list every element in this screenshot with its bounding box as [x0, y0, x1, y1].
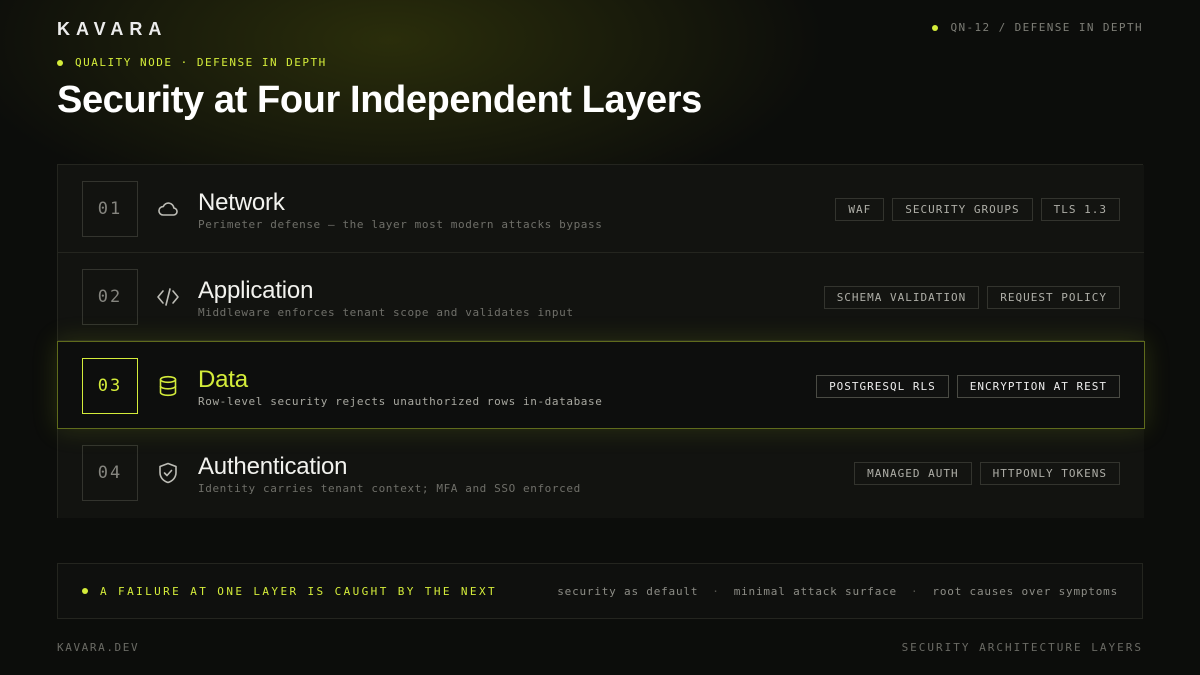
tag: MANAGED AUTH — [854, 462, 972, 485]
tag: POSTGRESQL RLS — [816, 375, 949, 398]
accent-dot-icon — [57, 59, 63, 66]
accent-dot-icon — [932, 24, 939, 31]
layer-description: Row-level security rejects unauthorized … — [198, 395, 603, 408]
summary-statement: A FAILURE AT ONE LAYER IS CAUGHT BY THE … — [82, 585, 497, 598]
layer-number: 02 — [82, 269, 138, 325]
layer-row-application: 02 Application Middleware enforces tenan… — [58, 253, 1144, 341]
cloud-icon — [156, 197, 180, 221]
layer-number: 01 — [82, 181, 138, 237]
layer-name: Data — [198, 366, 248, 393]
database-icon — [156, 374, 180, 398]
layer-name: Network — [198, 189, 285, 216]
footer-url: KAVARA.DEV — [57, 641, 140, 654]
layer-row-network: 01 Network Perimeter defense — the layer… — [58, 165, 1144, 253]
layer-name: Authentication — [198, 453, 348, 480]
accent-dot-icon — [82, 588, 88, 594]
tag: ENCRYPTION AT REST — [956, 375, 1120, 398]
layer-name: Application — [198, 277, 314, 304]
principle: root causes over symptoms — [932, 584, 1118, 598]
layer-row-authentication: 04 Authentication Identity carries tenan… — [58, 429, 1144, 518]
tag: TLS 1.3 — [1040, 198, 1120, 221]
tag: HTTPONLY TOKENS — [979, 462, 1120, 485]
tag: SCHEMA VALIDATION — [823, 286, 980, 309]
layer-tags: WAF SECURITY GROUPS TLS 1.3 — [835, 198, 1120, 221]
footer-caption: SECURITY ARCHITECTURE LAYERS — [901, 641, 1143, 654]
shield-check-icon — [156, 461, 180, 485]
tag: WAF — [835, 198, 885, 221]
brand-logo: KAVARA — [57, 19, 168, 39]
layers-list: 01 Network Perimeter defense — the layer… — [57, 164, 1145, 518]
tag: SECURITY GROUPS — [892, 198, 1033, 221]
tag: REQUEST POLICY — [987, 286, 1120, 309]
separator: · — [712, 584, 720, 598]
layer-description: Identity carries tenant context; MFA and… — [198, 482, 581, 495]
layer-tags: SCHEMA VALIDATION REQUEST POLICY — [823, 286, 1120, 309]
layer-tags: MANAGED AUTH HTTPONLY TOKENS — [854, 462, 1120, 485]
separator: · — [910, 584, 919, 598]
layer-number: 03 — [82, 358, 138, 414]
eyebrow: QUALITY NODE · DEFENSE IN DEPTH — [57, 56, 327, 69]
summary-bar: A FAILURE AT ONE LAYER IS CAUGHT BY THE … — [57, 563, 1143, 619]
layer-row-data: 03 Data Row-level security rejects unaut… — [57, 341, 1145, 429]
eyebrow-text: QUALITY NODE · DEFENSE IN DEPTH — [75, 56, 327, 69]
principles-list: security as default · minimal attack sur… — [557, 585, 1118, 598]
layer-description: Perimeter defense — the layer most moder… — [198, 218, 603, 231]
layer-tags: POSTGRESQL RLS ENCRYPTION AT REST — [816, 375, 1120, 398]
code-icon — [156, 285, 180, 309]
slide-reference: QN-12 / DEFENSE IN DEPTH — [932, 21, 1143, 34]
layer-number: 04 — [82, 445, 138, 501]
layer-description: Middleware enforces tenant scope and val… — [198, 306, 574, 319]
summary-statement-text: A FAILURE AT ONE LAYER IS CAUGHT BY THE … — [100, 584, 497, 598]
slide-reference-text: QN-12 / DEFENSE IN DEPTH — [950, 21, 1143, 34]
principle: minimal attack surface — [733, 584, 897, 598]
page-title: Security at Four Independent Layers — [57, 79, 702, 121]
principle: security as default — [557, 584, 699, 598]
